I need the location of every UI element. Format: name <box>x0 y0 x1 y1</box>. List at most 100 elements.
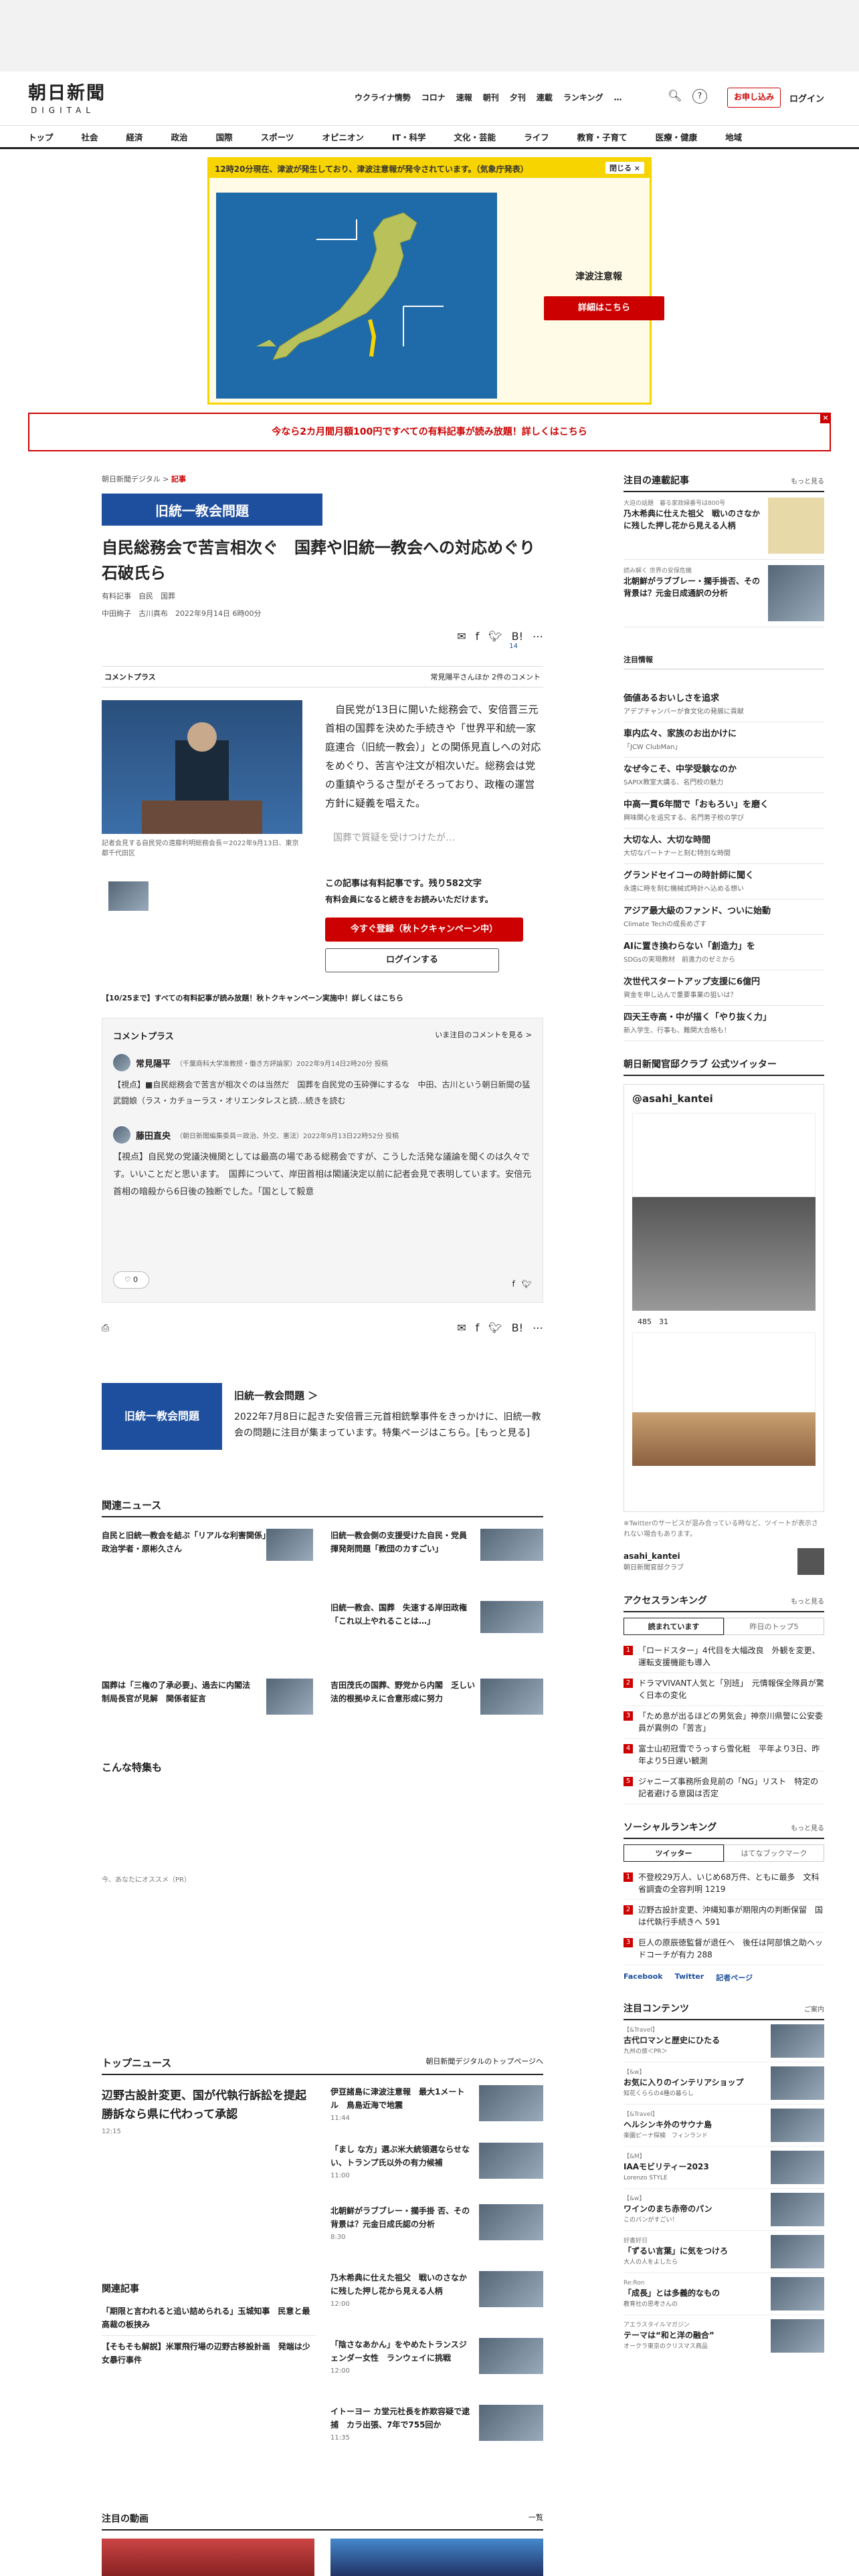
help-icon[interactable]: ? <box>692 89 707 104</box>
cat-international[interactable]: 国際 <box>188 130 233 143</box>
commenter-name[interactable]: 藤田直央 <box>136 1129 171 1142</box>
nav-evening[interactable]: 夕刊 <box>510 92 526 103</box>
ranking-item[interactable]: 4 富士山初冠雪でうっすら雪化粧 平年より3日、昨年より5日遅い観測 <box>624 1739 824 1772</box>
topnews-item[interactable]: 北朝鮮がラブブレー・擱手掛 否、その背景は？元金日成氏認の分析 8:30 <box>330 2204 543 2271</box>
nav-ukraine[interactable]: ウクライナ情勢 <box>355 92 411 103</box>
twitter-account[interactable]: asahi_kantei 朝日新聞官邸クラブ <box>624 1548 824 1575</box>
print-icon[interactable]: ⎙ <box>102 1323 109 1333</box>
social-title[interactable]: ソーシャルランキング <box>624 1820 717 1834</box>
nav-more[interactable]: … <box>613 93 622 102</box>
mail-icon[interactable]: ✉ <box>457 1321 466 1334</box>
twitter-link[interactable]: Twitter <box>675 1972 704 1983</box>
pr-item[interactable]: AIに置き換わらない「創造力」を SDGsの実現教材 前進力のゼミから <box>624 935 824 970</box>
tsunami-detail-button[interactable]: 詳細はこちら <box>544 296 664 320</box>
topnews-item[interactable]: 乃木希典に仕えた祖父 戦いのさなかに残した押し花から見える人柄 12:00 <box>330 2271 543 2338</box>
series-item[interactable]: 読み解く 世界の安保危機 北朝鮮がラブブレー・擱手掛否、その背景は？元金日成通訳の… <box>624 560 824 627</box>
facebook-link[interactable]: Facebook <box>624 1972 663 1983</box>
cat-it[interactable]: IT・科学 <box>364 130 426 143</box>
topnews-related-item[interactable]: 【そもそも解説】米軍飛行場の辺野古移設計画 発端は少女暴行事件 <box>102 2336 316 2371</box>
search-icon[interactable]: 🔍︎ <box>668 90 682 103</box>
content-item[interactable]: 【&w】 ワインのまち赤帝のパン このパンがすごい！ <box>624 2189 824 2231</box>
social-item[interactable]: 1 不登校29万人、いじめ68万件、ともに最多 文科省調査の全容判明 1219 <box>624 1867 824 1900</box>
twitter-icon[interactable]: 🐦︎ <box>488 1321 502 1334</box>
nav-corona[interactable]: コロナ <box>421 92 446 103</box>
series-more[interactable]: もっと見る <box>791 475 824 486</box>
facebook-icon[interactable]: f <box>476 1321 480 1334</box>
ranking-title[interactable]: アクセスランキング <box>624 1594 707 1607</box>
pr-item[interactable]: 中高一貫6年間で「おもろい」を磨く 興味関心を追究する、名門男子校の学び <box>624 793 824 829</box>
topnews-item[interactable]: 伊豆諸島に津波注意報 最大1メートル 鳥島近海で地震 11:44 <box>330 2085 543 2143</box>
cat-economy[interactable]: 経済 <box>98 130 143 143</box>
contents-guide[interactable]: ご案内 <box>804 2004 824 2014</box>
related-item[interactable]: 旧統一教会、国葬 失速する岸田政権 「これ以上やれることは…」 <box>330 1601 478 1628</box>
content-item[interactable]: アエラスタイルマガジン テーマは“和と洋の融合” オークラ東京のクリスマス商品 <box>624 2315 824 2357</box>
tab-twitter[interactable]: ツイッター <box>624 1844 724 1862</box>
ranking-item[interactable]: 3 「ため息が出るほどの男気会」神奈川県警に公安委員が異例の「苦言」 <box>624 1706 824 1739</box>
subscribe-button[interactable]: 今すぐ登録（秋トクキャンペーン中） <box>325 918 523 942</box>
ranking-item[interactable]: 2 ドラマVIVANT人気と「別班」 元情報保全隊員が驚く日本の変化 <box>624 1673 824 1706</box>
pr-item[interactable]: 車内広々、家族のお出かけに 「JCW ClubMan」 <box>624 722 824 758</box>
content-item[interactable]: 好書好日 「ずるい言葉」に気をつけろ 大人の人をよしたら <box>624 2231 824 2273</box>
related-item[interactable]: 自民と旧統一教会を結ぶ「リアルな利害関係」 政治学者・原彬久さん <box>102 1529 274 1555</box>
cat-society[interactable]: 社会 <box>54 130 98 143</box>
related-item[interactable]: 国葬は「三権の了承必要」、過去に内閣法制局長官が見解 関係者証言 <box>102 1679 256 1705</box>
series-title[interactable]: 注目の連載記事 <box>624 473 689 487</box>
topnews-main[interactable]: 辺野古設計変更、国が代執行訴訟を提起 勝訴なら県に代わって承認 <box>102 2086 318 2124</box>
video-thumb[interactable] <box>102 2539 314 2576</box>
cat-health[interactable]: 医療・健康 <box>628 130 698 143</box>
topnews-link[interactable]: 朝日新聞デジタルのトップページへ <box>425 2056 543 2070</box>
content-item[interactable]: 【&Travel】 古代ロマンと歴史にひたる 九州の旅＜PR＞ <box>624 2020 824 2062</box>
nav-morning[interactable]: 朝刊 <box>483 92 499 103</box>
content-item[interactable]: 【&Travel】 ヘルシンキ外のサウナ島 楽園ピーナ探検 フィンランド <box>624 2105 824 2147</box>
login-button[interactable]: ログインする <box>325 948 499 972</box>
content-item[interactable]: 【&M】 IAAモビリティー2023 Lorenzo STYLE <box>624 2147 824 2189</box>
twitter-icon[interactable]: 🐦︎ <box>522 1279 532 1289</box>
mail-icon[interactable]: ✉ <box>457 630 466 643</box>
lead-photo[interactable] <box>102 700 302 834</box>
reporter-page-link[interactable]: 記者ページ <box>716 1972 753 1983</box>
pr-item[interactable]: アジア最大級のファンド、ついに始動 Climate Techの成長めざす <box>624 899 824 935</box>
content-item[interactable]: 【&w】 お気に入りのインテリアショップ 知花くららの4種の暮らし <box>624 2062 824 2105</box>
cat-region[interactable]: 地域 <box>697 130 742 143</box>
more-icon[interactable]: ⋯ <box>533 630 543 643</box>
related-item[interactable]: 旧統一教会側の支援受けた自民・党員 揮発剤問題「教団のカすごい」 <box>330 1529 478 1555</box>
cat-top[interactable]: トップ <box>0 130 54 143</box>
nav-ranking[interactable]: ランキング <box>563 92 603 103</box>
pr-item[interactable]: 大切な人、大切な時間 大切なパートナーと刻む特別な時間 <box>624 829 824 864</box>
campaign-link[interactable]: 【10/25まで】すべての有料記事が読み放題！秋トクキャンペーン実施中！詳しくは… <box>102 992 543 1003</box>
login-link[interactable]: ログイン <box>789 92 824 104</box>
related-item[interactable]: 吉田茂氏の国葬、野党から内閣 乏しい法的根拠ゆえに合意形成に努力 <box>330 1679 478 1705</box>
like-button[interactable]: ♡ 0 <box>113 1271 149 1289</box>
series-item[interactable]: 大迫の話題 暮る家政婦番号は800号 乃木希典に仕えた祖父 戦いのさなかに残した押… <box>624 492 824 560</box>
feature-image[interactable]: 旧統一教会問題 <box>102 1383 222 1450</box>
facebook-icon[interactable]: f <box>476 630 480 643</box>
cat-opinion[interactable]: オピニオン <box>294 130 364 143</box>
hatena-icon[interactable]: B! <box>512 1321 523 1334</box>
pr-item[interactable]: 四天王寺高・中が描く「やり抜く力」 新入学生、行事も、難関大合格も！ <box>624 1006 824 1041</box>
cat-life[interactable]: ライフ <box>496 130 549 143</box>
twitter-widget[interactable]: @asahi_kantei 485 31 <box>624 1084 824 1512</box>
pr-item[interactable]: グランドセイコーの時計師に聞く 永遠に時を刻む機械式時計へ込める想い <box>624 864 824 899</box>
comments-more-link[interactable]: いま注目のコメントを見る > <box>435 1029 532 1042</box>
topic-banner[interactable]: 旧統一教会問題 <box>102 494 322 526</box>
tab-most-read[interactable]: 読まれています <box>624 1618 724 1635</box>
promo-banner[interactable]: 今なら2カ月間月額100円ですべての有料記事が読み放題！詳しくはこちら × <box>28 413 831 451</box>
ranking-item[interactable]: 1 「ロードスター」4代目を大幅改良 外観を変更、運転支援機能も導入 <box>624 1640 824 1673</box>
topnews-item[interactable]: 「まし な方」選ぶ米大統領選ならせない、トランプ氏以外の有力候補 11:00 <box>330 2143 543 2204</box>
commenter-name[interactable]: 常見陽平 <box>136 1057 171 1069</box>
cat-sports[interactable]: スポーツ <box>233 130 294 143</box>
comment-plus-bar[interactable]: コメントプラス 常見陽平さんほか 2件のコメント <box>102 666 543 687</box>
breadcrumb-site[interactable]: 朝日新聞デジタル <box>102 475 161 484</box>
content-item[interactable]: Re:Ron 「成長」とは多義的なもの 教育社の思考さんの <box>624 2273 824 2315</box>
nav-breaking[interactable]: 速報 <box>456 92 472 103</box>
site-logo[interactable]: 朝日新聞 DIGITAL <box>28 78 115 116</box>
apply-button[interactable]: お申し込み <box>727 88 781 108</box>
cat-education[interactable]: 教育・子育て <box>549 130 628 143</box>
facebook-icon[interactable]: f <box>512 1279 515 1289</box>
more-icon[interactable]: ⋯ <box>533 1321 543 1334</box>
topnews-item[interactable]: イトーヨー カ堂元社長を詐欺容疑で逮捕 カラ出張、7年で755回か 11:35 <box>330 2405 543 2465</box>
twitter-icon[interactable]: 🐦︎ <box>488 630 502 643</box>
video-thumb[interactable] <box>330 2539 543 2576</box>
video-more-link[interactable]: 一覧 <box>529 2512 543 2525</box>
cat-politics[interactable]: 政治 <box>143 130 188 143</box>
